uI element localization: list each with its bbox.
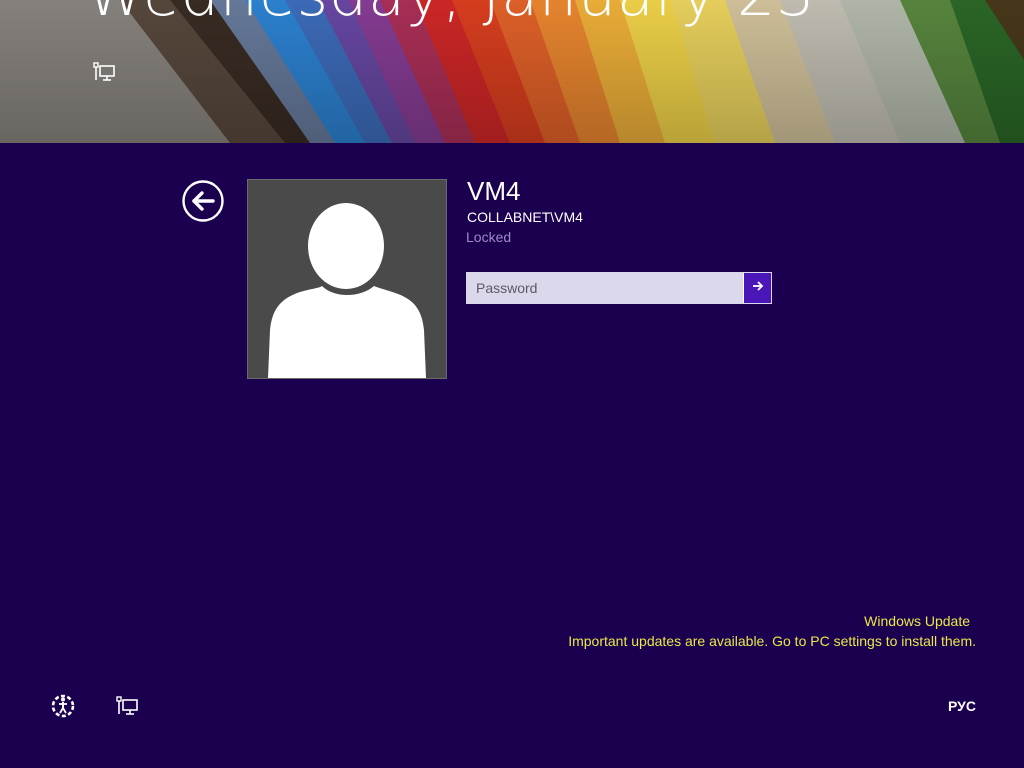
input-language-button[interactable]: РУС: [948, 698, 976, 714]
ease-of-access-icon: [50, 694, 76, 723]
lock-screen: Wednesday, January 23: [0, 0, 1024, 768]
network-button[interactable]: [115, 694, 139, 718]
user-silhouette-icon: [248, 203, 446, 378]
notification-title: Windows Update: [864, 613, 970, 629]
user-avatar: [247, 179, 447, 379]
notification-message: Important updates are available. Go to P…: [568, 633, 976, 649]
arrow-left-circle-icon: [182, 180, 224, 226]
lock-date: Wednesday, January 23: [86, 0, 815, 30]
password-input[interactable]: [467, 273, 743, 303]
network-wired-icon: [92, 60, 116, 84]
user-account: COLLABNET\VM4: [467, 209, 583, 225]
wallpaper-banner: Wednesday, January 23: [0, 0, 1024, 143]
ease-of-access-button[interactable]: [50, 693, 76, 719]
submit-button[interactable]: [743, 273, 771, 303]
arrow-right-icon: [751, 279, 765, 298]
lock-status: Locked: [466, 229, 512, 245]
user-name: VM4: [467, 176, 521, 206]
password-field-container: [466, 272, 772, 304]
update-notification: Windows Update Important updates are ava…: [556, 611, 976, 651]
back-button[interactable]: [182, 180, 224, 222]
network-wired-icon: [115, 696, 139, 722]
